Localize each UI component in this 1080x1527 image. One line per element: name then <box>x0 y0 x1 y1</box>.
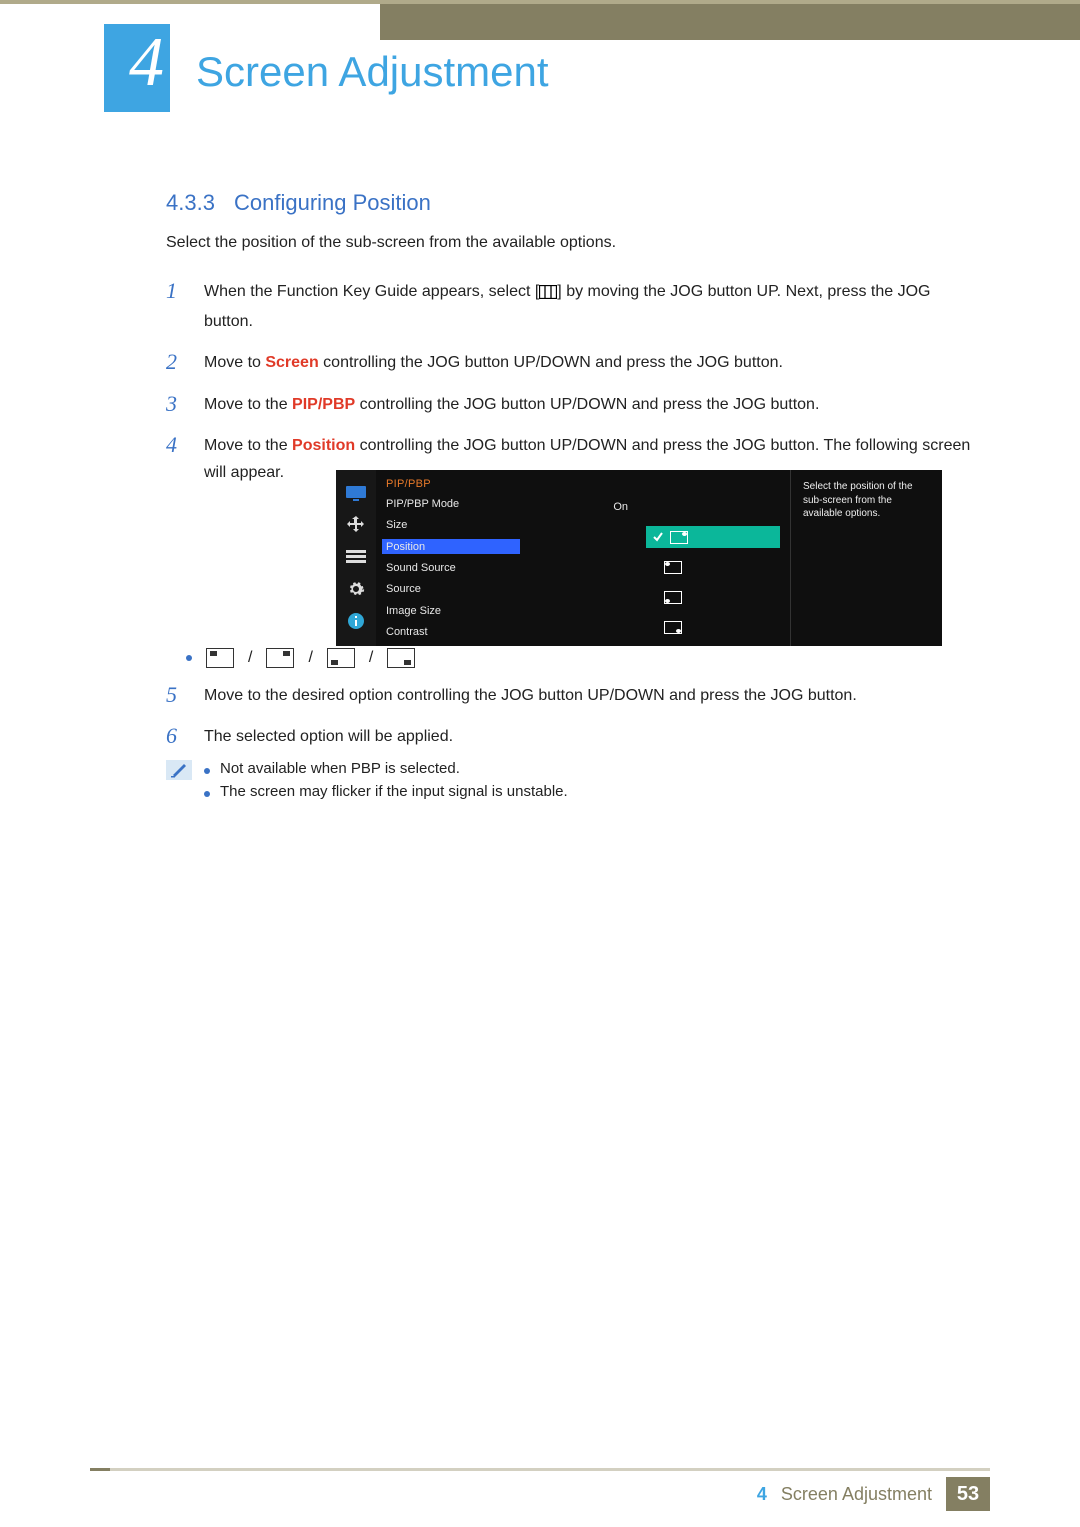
chapter-title: Screen Adjustment <box>196 48 549 96</box>
step-body: Move to the PIP/PBP controlling the JOG … <box>204 391 980 418</box>
step-body: Move to the desired option controlling t… <box>204 682 980 709</box>
osd-option <box>646 616 780 638</box>
header-olive-bar <box>380 4 1080 40</box>
chapter-number: 4 <box>129 28 164 98</box>
note-icon <box>166 760 192 780</box>
check-icon <box>652 531 664 543</box>
osd-value-on: On <box>526 496 636 518</box>
move-icon <box>345 516 367 534</box>
osd-item: Sound Source <box>386 560 516 575</box>
separator: / <box>248 649 252 667</box>
keyword-position: Position <box>292 437 355 454</box>
keyword-pippbp: PIP/PBP <box>292 396 355 413</box>
intro-text: Select the position of the sub-screen fr… <box>166 234 980 252</box>
osd-item-active: Position <box>382 539 520 554</box>
text: Move to the <box>204 437 292 454</box>
step-2: 2 Move to Screen controlling the JOG but… <box>166 349 980 376</box>
menu-icon <box>539 281 557 308</box>
step-number: 2 <box>166 349 186 376</box>
osd-item: PIP/PBP Mode <box>386 496 516 511</box>
text: Move to the <box>204 396 292 413</box>
position-br-icon <box>387 648 415 668</box>
step-body: The selected option will be applied. <box>204 723 980 750</box>
footer-separator-accent <box>90 1468 110 1471</box>
osd-category-sidebar <box>336 470 376 646</box>
keyword-screen: Screen <box>265 354 318 371</box>
position-tr-icon <box>670 531 688 544</box>
steps-list: 1 When the Function Key Guide appears, s… <box>166 264 980 486</box>
footer: 4 Screen Adjustment 53 <box>757 1477 990 1511</box>
position-tl-icon <box>206 648 234 668</box>
position-options-row: / / / <box>186 648 980 668</box>
bullet-icon <box>204 768 210 774</box>
section-title: Configuring Position <box>234 190 431 216</box>
osd-items: PIP/PBP PIP/PBP Mode Size Position Sound… <box>376 470 526 646</box>
chapter-number-box: 4 <box>104 24 170 112</box>
footer-chapter-title: Screen Adjustment <box>781 1484 932 1505</box>
monitor-icon <box>345 484 367 502</box>
footer-page-number: 53 <box>946 1477 990 1511</box>
info-icon <box>345 612 367 630</box>
step-number: 6 <box>166 723 186 750</box>
text: When the Function Key Guide appears, sel… <box>204 283 539 300</box>
text: controlling the JOG button UP/DOWN and p… <box>319 354 783 371</box>
lower-content: / / / 5 Move to the desired option contr… <box>186 636 980 806</box>
osd-title: PIP/PBP <box>386 478 516 490</box>
position-tr-icon <box>266 648 294 668</box>
osd-values: On <box>526 470 636 646</box>
gear-icon <box>345 580 367 598</box>
note-block: Not available when PBP is selected. The … <box>166 760 980 806</box>
bullet-icon <box>186 655 192 661</box>
position-tl-icon <box>664 561 682 574</box>
step-body: When the Function Key Guide appears, sel… <box>204 278 980 335</box>
note-text: Not available when PBP is selected. <box>220 760 460 777</box>
step-number: 1 <box>166 278 186 335</box>
step-body: Move to Screen controlling the JOG butto… <box>204 349 980 376</box>
step-1: 1 When the Function Key Guide appears, s… <box>166 278 980 335</box>
osd-option <box>646 586 780 608</box>
footer-separator <box>90 1468 990 1471</box>
osd-screenshot: PIP/PBP PIP/PBP Mode Size Position Sound… <box>336 470 942 646</box>
bullet-icon <box>204 791 210 797</box>
step-3: 3 Move to the PIP/PBP controlling the JO… <box>166 391 980 418</box>
osd-item: Image Size <box>386 603 516 618</box>
step-6: 6 The selected option will be applied. <box>166 723 980 750</box>
text: controlling the JOG button UP/DOWN and p… <box>355 396 819 413</box>
section-number: 4.3.3 <box>166 190 215 216</box>
text: Move to <box>204 354 265 371</box>
osd-options <box>636 470 790 646</box>
osd-option <box>646 556 780 578</box>
position-bl-icon <box>327 648 355 668</box>
osd-item: Size <box>386 517 516 532</box>
list-icon <box>345 548 367 566</box>
step-number: 5 <box>166 682 186 709</box>
footer-chapter-number: 4 <box>757 1484 767 1505</box>
step-number: 4 <box>166 432 186 486</box>
step-5: 5 Move to the desired option controlling… <box>166 682 980 709</box>
separator: / <box>369 649 373 667</box>
separator: / <box>308 649 312 667</box>
osd-option-selected <box>646 526 780 548</box>
osd-description: Select the position of the sub-screen fr… <box>790 470 942 646</box>
position-br-icon <box>664 621 682 634</box>
osd-item: Source <box>386 582 516 597</box>
note-body: Not available when PBP is selected. The … <box>204 760 980 806</box>
step-number: 3 <box>166 391 186 418</box>
note-text: The screen may flicker if the input sign… <box>220 783 568 800</box>
position-bl-icon <box>664 591 682 604</box>
